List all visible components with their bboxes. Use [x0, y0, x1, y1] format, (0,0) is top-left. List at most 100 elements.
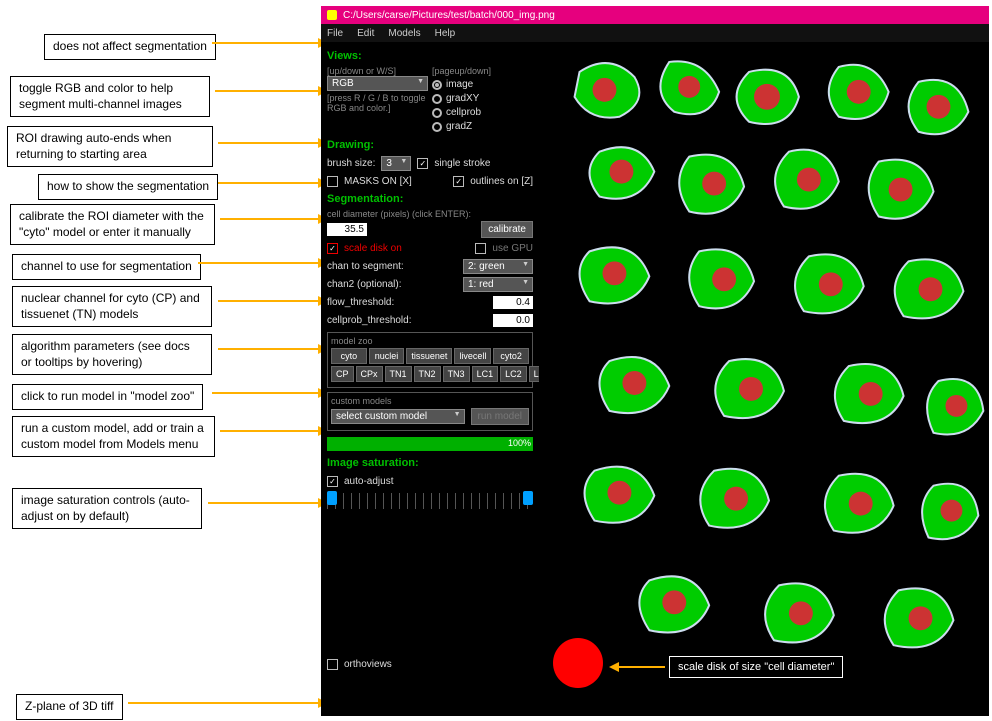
radio-cellprob[interactable]: cellprob [432, 107, 533, 118]
menu-edit[interactable]: Edit [357, 28, 374, 39]
progress-bar: 100% [327, 437, 533, 451]
chan2-dropdown[interactable]: 1: red [463, 277, 533, 292]
zoo-cpx[interactable]: CPx [356, 366, 383, 382]
annotation-custom: run a custom model, add or train a custo… [12, 416, 215, 457]
radio-gradxy[interactable]: gradXY [432, 93, 533, 104]
zoo-tn2[interactable]: TN2 [414, 366, 441, 382]
menu-file[interactable]: File [327, 28, 343, 39]
arrow [218, 300, 320, 302]
cells-svg [539, 42, 989, 716]
saturation-slider[interactable] [327, 493, 533, 509]
menu-help[interactable]: Help [435, 28, 456, 39]
scale-disk-annotation: scale disk of size "cell diameter" [669, 656, 843, 678]
arrow [220, 430, 320, 432]
radio-dot-icon [432, 80, 442, 90]
annotation-rgb: toggle RGB and color to help segment mul… [10, 76, 210, 117]
arrow [128, 702, 320, 704]
zoo-tn1[interactable]: TN1 [385, 366, 412, 382]
single-stroke-label: single stroke [434, 158, 490, 169]
zoo-nuclei[interactable]: nuclei [369, 348, 405, 364]
chan2-label: chan2 (optional): [327, 279, 457, 290]
arrow [218, 142, 320, 144]
radio-dot-icon [432, 122, 442, 132]
progress-fill [327, 437, 533, 451]
views-hint-left: [up/down or W/S] [327, 66, 428, 76]
app-icon [327, 10, 337, 20]
arrow [220, 218, 320, 220]
annotation-zplane: Z-plane of 3D tiff [16, 694, 123, 720]
auto-adjust-label: auto-adjust [344, 476, 393, 487]
cell-diameter-input[interactable] [327, 223, 367, 236]
radio-gradz[interactable]: gradZ [432, 121, 533, 132]
annotation-chan2: nuclear channel for cyto (CP) and tissue… [12, 286, 212, 327]
annotation-views: does not affect segmentation [44, 34, 216, 60]
annotation-saturation: image saturation controls (auto-adjust o… [12, 488, 202, 529]
annotation-calibrate: calibrate the ROI diameter with the "cyt… [10, 204, 215, 245]
slider-handle-min[interactable] [327, 491, 337, 505]
run-model-button[interactable]: run model [471, 408, 529, 425]
zoo-cp[interactable]: CP [331, 366, 354, 382]
outlines-checkbox[interactable] [453, 176, 464, 187]
radio-dot-icon [432, 108, 442, 118]
image-canvas[interactable]: scale disk of size "cell diameter" [539, 42, 989, 716]
progress-text: 100% [508, 438, 531, 448]
views-title: Views: [327, 50, 533, 62]
views-hint-right: [pageup/down] [432, 66, 533, 76]
segmentation-title: Segmentation: [327, 193, 533, 205]
titlebar: C:/Users/carse/Pictures/test/batch/000_i… [321, 6, 989, 24]
use-gpu-checkbox[interactable] [475, 243, 486, 254]
views-dropdown[interactable]: RGB [327, 76, 428, 91]
outlines-label: outlines on [Z] [470, 176, 533, 187]
arrow [215, 90, 320, 92]
annotation-masks: how to show the segmentation [38, 174, 218, 200]
app-window: C:/Users/carse/Pictures/test/batch/000_i… [321, 6, 989, 716]
custom-model-dropdown[interactable]: select custom model [331, 409, 465, 424]
cellprob-label: cellprob_threshold: [327, 315, 487, 326]
single-stroke-checkbox[interactable] [417, 158, 428, 169]
zoo-cyto[interactable]: cyto [331, 348, 367, 364]
radio-image[interactable]: image [432, 79, 533, 90]
calibrate-button[interactable]: calibrate [481, 221, 533, 238]
annotation-params: algorithm parameters (see docs or toolti… [12, 334, 212, 375]
drawing-title: Drawing: [327, 139, 533, 151]
cell-diam-label: cell diameter (pixels) (click ENTER): [327, 209, 533, 219]
arrow [208, 502, 320, 504]
arrow [218, 348, 320, 350]
zoo-lc2[interactable]: LC2 [500, 366, 527, 382]
radio-dot-icon [432, 94, 442, 104]
zoo-livecell[interactable]: livecell [454, 348, 491, 364]
auto-adjust-checkbox[interactable] [327, 476, 338, 487]
model-zoo-panel: model zoo cyto nuclei tissuenet livecell… [327, 332, 533, 388]
flow-threshold-input[interactable] [493, 296, 533, 309]
use-gpu-label: use GPU [492, 243, 533, 254]
chan-dropdown[interactable]: 2: green [463, 259, 533, 274]
custom-header: custom models [331, 396, 529, 406]
brush-label: brush size: [327, 158, 375, 169]
arrow [218, 182, 320, 184]
arrow [198, 262, 320, 264]
brush-size-dropdown[interactable]: 3 [381, 156, 411, 171]
annotation-chan: channel to use for segmentation [12, 254, 201, 280]
zoo-tissuenet[interactable]: tissuenet [406, 348, 452, 364]
zoo-lc1[interactable]: LC1 [472, 366, 499, 382]
scale-disk-label: scale disk on [344, 243, 402, 254]
zoo-cyto2[interactable]: cyto2 [493, 348, 529, 364]
orthoviews-checkbox[interactable] [327, 659, 338, 670]
views-hint2: [press R / G / B to toggle RGB and color… [327, 93, 428, 113]
menu-models[interactable]: Models [388, 28, 420, 39]
saturation-title: Image saturation: [327, 457, 533, 469]
annotation-zoo: click to run model in "model zoo" [12, 384, 203, 410]
title-path: C:/Users/carse/Pictures/test/batch/000_i… [343, 10, 555, 21]
sidebar: Views: [up/down or W/S] RGB [press R / G… [321, 42, 539, 716]
slider-handle-max[interactable] [523, 491, 533, 505]
cellprob-threshold-input[interactable] [493, 314, 533, 327]
menubar: File Edit Models Help [321, 24, 989, 42]
scale-disk [553, 638, 603, 688]
chan-label: chan to segment: [327, 261, 457, 272]
orthoviews-label: orthoviews [344, 659, 392, 670]
zoo-tn3[interactable]: TN3 [443, 366, 470, 382]
annotation-roi-draw: ROI drawing auto-ends when returning to … [7, 126, 213, 167]
masks-checkbox[interactable] [327, 176, 338, 187]
scale-disk-checkbox[interactable] [327, 243, 338, 254]
zoo-header: model zoo [331, 336, 529, 346]
